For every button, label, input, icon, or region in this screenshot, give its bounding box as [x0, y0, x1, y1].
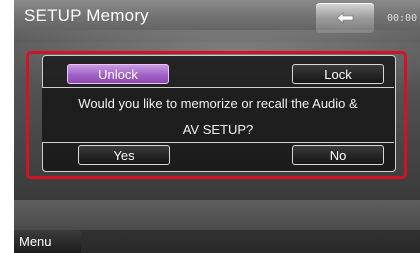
- bottom-band: [14, 200, 420, 230]
- back-button[interactable]: [316, 3, 374, 33]
- back-arrow-icon: [336, 12, 354, 24]
- page-title: SETUP Memory: [24, 6, 149, 25]
- menu-button[interactable]: Menu: [14, 230, 81, 253]
- clock: 00:00: [387, 13, 418, 24]
- highlight-box: [26, 51, 407, 179]
